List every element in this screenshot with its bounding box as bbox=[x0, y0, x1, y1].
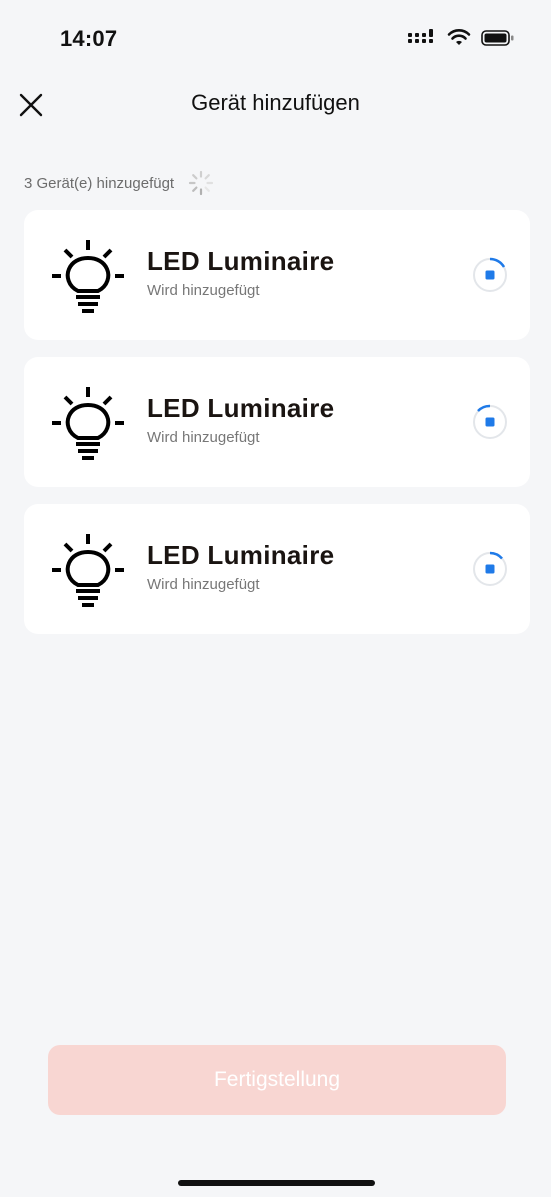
battery-icon bbox=[481, 30, 514, 46]
device-status: Wird hinzugefügt bbox=[147, 576, 260, 593]
light-bulb-icon bbox=[52, 387, 124, 460]
status-bar: 14:07 bbox=[0, 0, 551, 80]
device-card[interactable]: LED Luminaire Wird hinzugefügt bbox=[24, 357, 530, 487]
loading-spinner-icon bbox=[188, 170, 214, 196]
device-card[interactable]: LED Luminaire Wird hinzugefügt bbox=[24, 210, 530, 340]
progress-row: 3 Gerät(e) hinzugefügt bbox=[24, 170, 214, 196]
progress-stop-icon[interactable] bbox=[470, 549, 510, 589]
device-name: LED Luminaire bbox=[147, 246, 335, 276]
light-bulb-icon bbox=[52, 534, 124, 607]
cellular-signal-icon bbox=[408, 29, 433, 43]
progress-label: 3 Gerät(e) hinzugefügt bbox=[24, 174, 175, 192]
wifi-icon bbox=[447, 29, 471, 45]
device-name: LED Luminaire bbox=[147, 393, 335, 423]
home-indicator bbox=[178, 1180, 375, 1186]
device-status: Wird hinzugefügt bbox=[147, 429, 260, 446]
status-time: 14:07 bbox=[60, 26, 118, 51]
header: Gerät hinzufügen bbox=[0, 80, 551, 128]
progress-stop-icon[interactable] bbox=[470, 255, 510, 295]
progress-stop-icon[interactable] bbox=[470, 402, 510, 442]
device-status: Wird hinzugefügt bbox=[147, 282, 260, 299]
finish-button[interactable]: Fertigstellung bbox=[48, 1045, 506, 1115]
status-icons bbox=[407, 28, 515, 48]
device-name: LED Luminaire bbox=[147, 540, 335, 570]
device-card[interactable]: LED Luminaire Wird hinzugefügt bbox=[24, 504, 530, 634]
light-bulb-icon bbox=[52, 240, 124, 313]
page-title: Gerät hinzufügen bbox=[191, 90, 360, 115]
